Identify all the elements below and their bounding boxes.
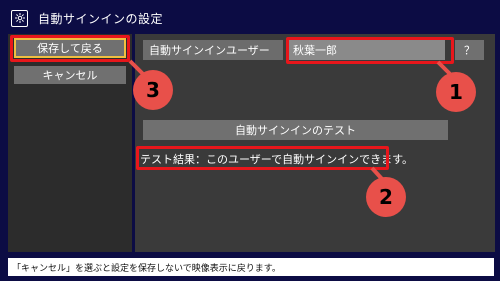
highlight-save-button — [10, 35, 130, 62]
gear-icon — [11, 9, 28, 27]
annotation-marker-1: 1 — [436, 72, 476, 112]
status-bar: 「キャンセル」を選ぶと設定を保存しないで映像表示に戻ります。 — [8, 258, 494, 276]
settings-window: 自動サインインの設定 保存して戻る キャンセル 自動サインインユーザー 秋葉一郎… — [0, 0, 500, 281]
highlight-test-result — [136, 146, 389, 170]
highlight-user-field — [286, 37, 454, 64]
annotation-marker-3: 3 — [133, 70, 173, 110]
right-panel — [135, 34, 495, 252]
title-bar: 自動サインインの設定 — [8, 7, 494, 29]
annotation-marker-2: 2 — [366, 177, 406, 217]
auto-signin-user-label: 自動サインインユーザー — [143, 40, 283, 60]
cancel-button[interactable]: キャンセル — [14, 66, 126, 84]
test-signin-button[interactable]: 自動サインインのテスト — [143, 120, 448, 140]
window-title: 自動サインインの設定 — [38, 11, 164, 26]
help-button[interactable]: ？ — [455, 40, 484, 60]
